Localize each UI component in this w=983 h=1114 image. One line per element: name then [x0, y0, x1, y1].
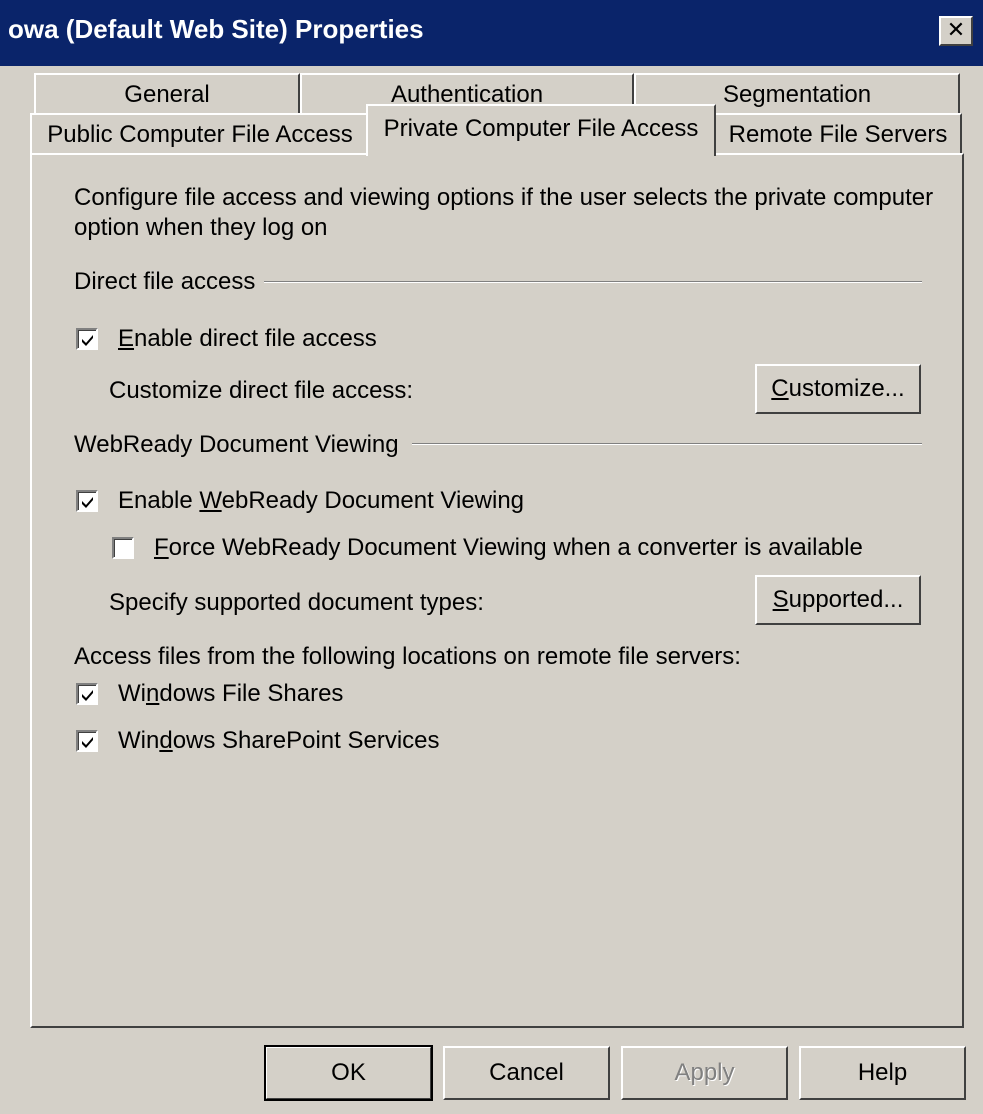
- tab-segmentation-label: Segmentation: [722, 81, 872, 108]
- apply-label: Apply: [674, 1059, 735, 1086]
- label-part: ebReady Document Viewing: [221, 487, 525, 514]
- checkmark-icon: [82, 737, 93, 748]
- panel-description: Configure file access and viewing option…: [74, 184, 934, 241]
- cancel-button[interactable]: Cancel: [443, 1046, 610, 1100]
- ok-button[interactable]: OK: [264, 1045, 433, 1101]
- windows-file-shares-label[interactable]: Windows File Shares: [118, 680, 343, 708]
- label-part: dows File Shares: [159, 680, 344, 707]
- properties-dialog: owa (Default Web Site) Properties ✕ Gene…: [0, 0, 983, 1114]
- help-button[interactable]: Help: [799, 1046, 966, 1100]
- checkmark-icon: [82, 690, 93, 701]
- help-label: Help: [857, 1059, 908, 1086]
- enable-direct-file-access-label[interactable]: Enable direct file access: [118, 325, 377, 353]
- enable-webready-checkbox[interactable]: [76, 490, 98, 512]
- supported-button[interactable]: Supported...: [755, 575, 921, 625]
- label-part: orce WebReady Document Viewing when a co…: [168, 534, 863, 561]
- tab-public-label: Public Computer File Access: [47, 121, 353, 148]
- mnemonic: W: [199, 487, 222, 514]
- webready-divider: [412, 443, 922, 445]
- button-label: ustomize...: [788, 375, 905, 402]
- windows-sharepoint-services-label[interactable]: Windows SharePoint Services: [118, 727, 440, 755]
- windows-sharepoint-services-checkbox[interactable]: [76, 730, 98, 752]
- window-title: owa (Default Web Site) Properties: [8, 14, 424, 44]
- force-webready-checkbox[interactable]: [112, 537, 134, 559]
- enable-direct-file-access-checkbox[interactable]: [76, 328, 98, 350]
- ok-label: OK: [331, 1059, 366, 1086]
- button-label: upported...: [788, 586, 904, 613]
- close-icon: ✕: [946, 18, 966, 43]
- mnemonic: S: [772, 586, 789, 613]
- enable-webready-label[interactable]: Enable WebReady Document Viewing: [118, 487, 524, 515]
- tab-remote-file-servers[interactable]: Remote File Servers: [714, 113, 962, 155]
- title-bar[interactable]: owa (Default Web Site) Properties ✕: [0, 0, 983, 66]
- label-part: Enable: [118, 487, 200, 514]
- direct-file-access-heading: Direct file access: [74, 268, 256, 295]
- force-webready-label[interactable]: Force WebReady Document Viewing when a c…: [154, 534, 863, 562]
- tab-general-label: General: [124, 81, 210, 108]
- apply-button[interactable]: Apply: [621, 1046, 788, 1100]
- mnemonic: n: [145, 680, 160, 707]
- tab-private-label: Private Computer File Access: [383, 115, 699, 142]
- customize-direct-file-access-label: Customize direct file access:: [109, 377, 414, 404]
- tab-general[interactable]: General: [34, 73, 300, 115]
- tab-remote-label: Remote File Servers: [728, 121, 948, 148]
- remote-locations-label: Access files from the following location…: [74, 643, 741, 670]
- mnemonic: F: [154, 534, 169, 561]
- windows-file-shares-checkbox[interactable]: [76, 683, 98, 705]
- mnemonic: E: [118, 325, 135, 352]
- label-part: ows SharePoint Services: [172, 727, 440, 754]
- direct-file-access-divider: [264, 281, 922, 283]
- supported-document-types-label: Specify supported document types:: [109, 589, 484, 616]
- close-button[interactable]: ✕: [939, 16, 973, 46]
- mnemonic: C: [771, 375, 789, 402]
- customize-button[interactable]: Customize...: [755, 364, 921, 414]
- tab-private-computer-file-access[interactable]: Private Computer File Access: [366, 104, 716, 156]
- tab-public-computer-file-access[interactable]: Public Computer File Access: [30, 113, 370, 155]
- checkmark-icon: [82, 335, 93, 346]
- checkmark-icon: [82, 497, 93, 508]
- label-part: Win: [118, 727, 160, 754]
- mnemonic: d: [159, 727, 173, 754]
- label-part: Wi: [118, 680, 146, 707]
- cancel-label: Cancel: [489, 1059, 564, 1086]
- label-part: nable direct file access: [134, 325, 377, 352]
- webready-heading: WebReady Document Viewing: [74, 431, 399, 458]
